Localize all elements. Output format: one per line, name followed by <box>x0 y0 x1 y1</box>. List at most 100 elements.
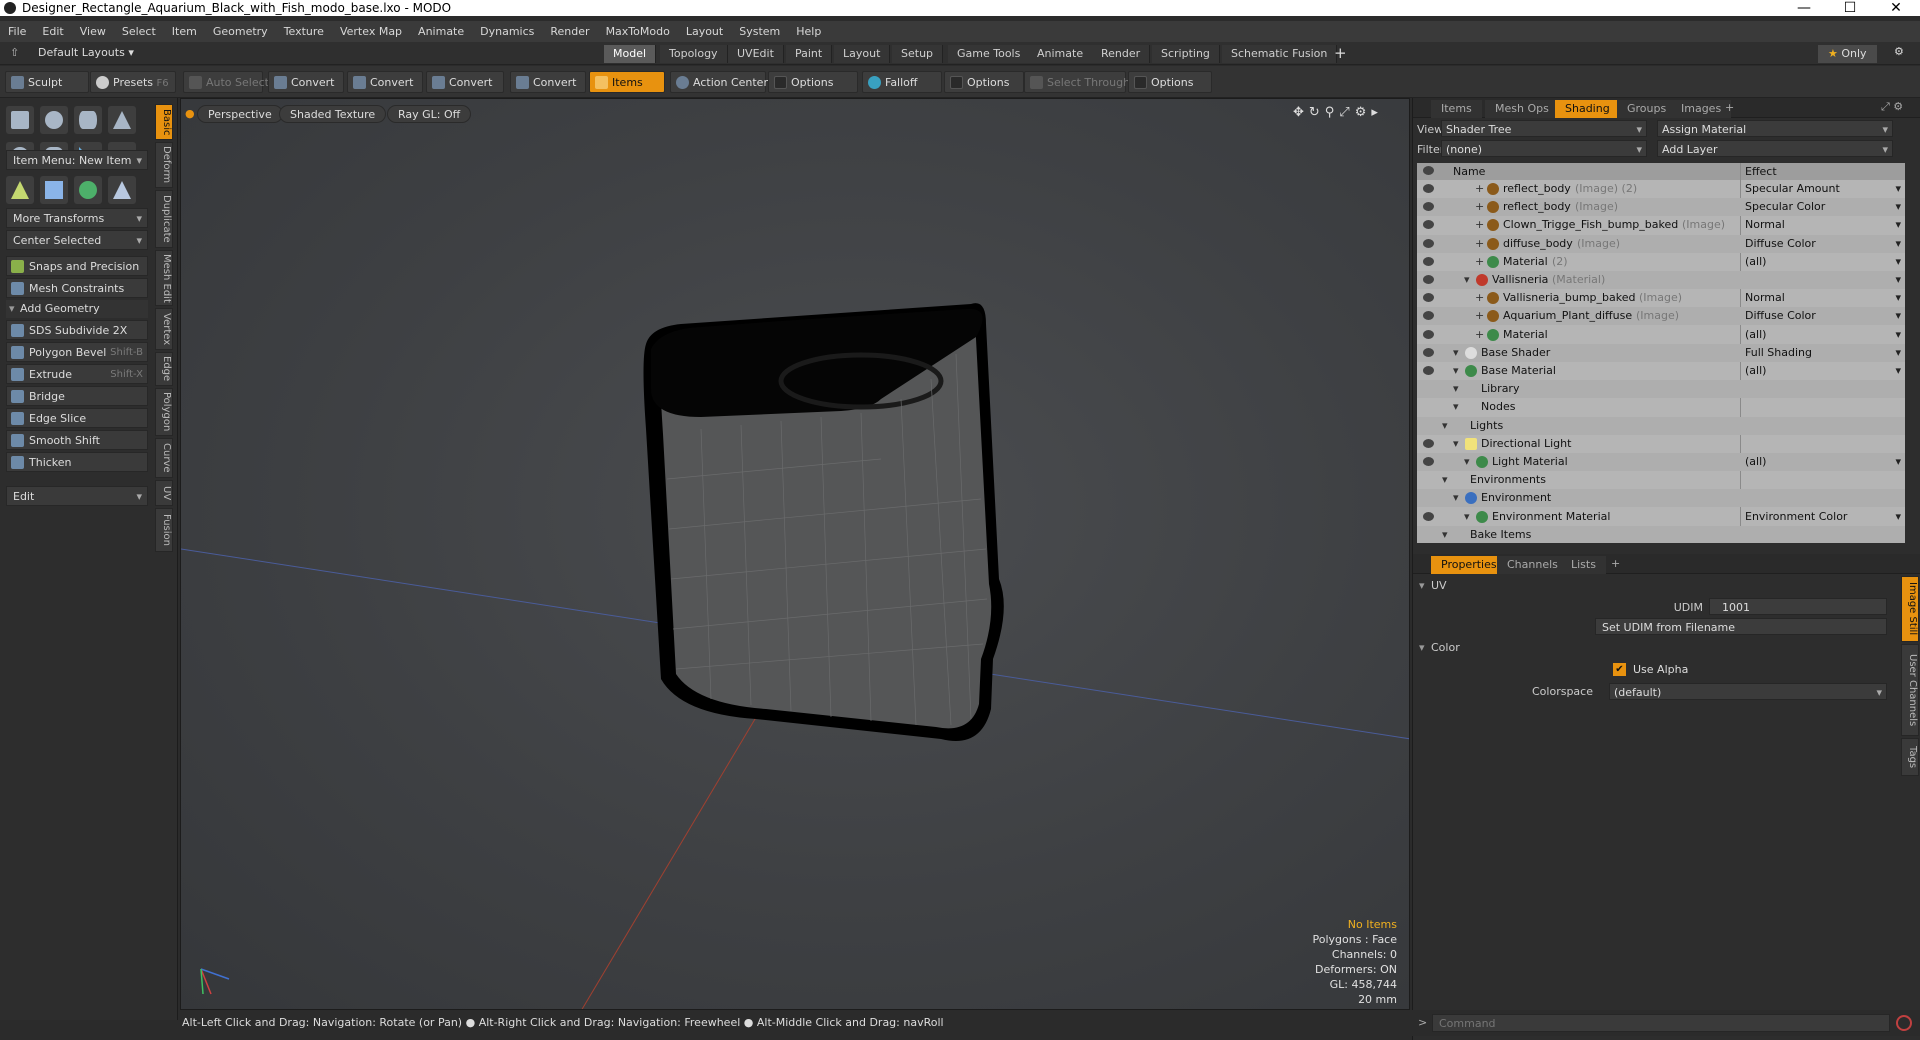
tree-row[interactable]: ▾ Base Material (all) ▾ <box>1417 362 1905 380</box>
uv-section[interactable]: ▾ UV <box>1413 576 1903 596</box>
expand-icon[interactable]: + <box>1475 180 1484 198</box>
effect-dropdown-icon[interactable]: ▾ <box>1895 362 1901 380</box>
sds-subdivide-button[interactable]: SDS Subdivide 2X <box>6 320 148 340</box>
select-through-button[interactable]: Select Through <box>1024 71 1130 93</box>
vtab-tags[interactable]: Tags <box>1901 738 1919 776</box>
tab-images[interactable]: Images <box>1671 100 1732 118</box>
tab-uvedit[interactable]: UVEdit <box>728 45 784 63</box>
tree-row[interactable]: ▾ Nodes <box>1417 398 1905 416</box>
eye-icon[interactable] <box>1423 293 1434 303</box>
eye-icon[interactable] <box>1423 511 1434 521</box>
falloff-options-button[interactable]: Options <box>944 71 1024 93</box>
eye-icon[interactable] <box>1423 256 1434 266</box>
vtab-basic[interactable]: Basic <box>155 104 173 140</box>
menu-file[interactable]: File <box>0 25 34 38</box>
transform-icon[interactable] <box>6 176 34 204</box>
effect-dropdown-icon[interactable]: ▾ <box>1895 253 1901 271</box>
tab-game-tools[interactable]: Game Tools <box>948 45 1031 63</box>
expand-icon[interactable]: + <box>1475 253 1484 271</box>
expand-icon[interactable]: ▾ <box>1464 271 1470 289</box>
tree-row[interactable]: + Vallisneria_bump_baked (Image) Normal ▾ <box>1417 289 1905 307</box>
thicken-button[interactable]: Thicken <box>6 452 148 472</box>
color-section[interactable]: ▾ Color <box>1413 638 1903 658</box>
smooth-shift-button[interactable]: Smooth Shift <box>6 430 148 450</box>
tab-paint[interactable]: Paint <box>786 45 833 63</box>
tree-item-effect[interactable]: Normal <box>1745 289 1785 307</box>
tree-item-effect[interactable]: Diffuse Color <box>1745 235 1816 253</box>
add-tab-button[interactable]: + <box>1334 44 1347 62</box>
gear-icon[interactable]: ⚙ <box>1894 45 1904 58</box>
menu-edit[interactable]: Edit <box>34 25 71 38</box>
menu-dynamics[interactable]: Dynamics <box>472 25 542 38</box>
menu-maxtomodo[interactable]: MaxToModo <box>598 25 678 38</box>
udim-field[interactable]: 1001 <box>1709 598 1887 615</box>
tree-row[interactable]: + Clown_Trigge_Fish_bump_baked (Image) Norm… <box>1417 216 1905 234</box>
col-name[interactable]: Name <box>1453 163 1485 180</box>
auto-select-button[interactable]: Auto Select <box>183 71 269 93</box>
eye-icon[interactable] <box>1423 347 1434 357</box>
edge-slice-button[interactable]: Edge Slice <box>6 408 148 428</box>
polygon-bevel-button[interactable]: Polygon Bevel Shift-B <box>6 342 148 362</box>
tree-row[interactable]: ▾ Light Material (all) ▾ <box>1417 453 1905 471</box>
eye-icon[interactable] <box>1423 366 1434 375</box>
eye-icon[interactable] <box>1423 329 1434 339</box>
add-layer-dropdown[interactable]: Add Layer <box>1657 140 1893 158</box>
close-button[interactable]: ✕ <box>1876 0 1916 16</box>
tree-item-effect[interactable]: (all) <box>1745 253 1766 271</box>
expand-icon[interactable]: + <box>1475 198 1484 216</box>
eye-icon[interactable] <box>1423 275 1434 284</box>
col-effect[interactable]: Effect <box>1745 163 1777 180</box>
minimize-button[interactable]: — <box>1784 0 1824 16</box>
tree-row[interactable]: + Material (all) ▾ <box>1417 326 1905 344</box>
more-transforms-dropdown[interactable]: More Transforms <box>6 208 148 229</box>
vtab-polygon[interactable]: Polygon <box>155 388 173 436</box>
menu-layout[interactable]: Layout <box>678 25 731 38</box>
tree-item-effect[interactable]: Specular Amount <box>1745 180 1840 198</box>
item-menu-dropdown[interactable]: Item Menu: New Item <box>6 150 148 171</box>
expand-icon[interactable]: ▾ <box>1453 380 1459 398</box>
convert-items-button[interactable]: Convert <box>510 71 586 93</box>
tab-layout[interactable]: Layout <box>834 45 891 63</box>
maximize-button[interactable]: ☐ <box>1830 0 1870 16</box>
colorspace-dropdown[interactable]: (default) <box>1609 683 1887 701</box>
tab-schematic-fusion[interactable]: Schematic Fusion <box>1222 45 1338 63</box>
expand-icon[interactable]: ▾ <box>1453 344 1459 362</box>
tab-channels[interactable]: Channels <box>1497 556 1568 574</box>
edit-dropdown[interactable]: Edit <box>6 486 148 507</box>
globe-icon[interactable] <box>74 176 102 204</box>
grid-icon[interactable] <box>40 176 68 204</box>
tree-row[interactable]: ▾ Bake Items <box>1417 525 1905 543</box>
expand-icon[interactable]: + <box>1475 307 1484 325</box>
vtab-deform[interactable]: Deform <box>155 142 173 188</box>
pyramid-icon[interactable] <box>108 176 136 204</box>
convert-vertices-button[interactable]: Convert <box>268 71 344 93</box>
tree-row[interactable]: ▾ Environments <box>1417 471 1905 489</box>
center-selected-dropdown[interactable]: Center Selected <box>6 230 148 251</box>
tab-model[interactable]: Model <box>604 45 657 63</box>
tree-item-effect[interactable]: Full Shading <box>1745 344 1812 362</box>
effect-dropdown-icon[interactable]: ▾ <box>1895 307 1901 325</box>
tree-row[interactable]: + reflect_body (Image) Specular Color ▾ <box>1417 198 1905 217</box>
vtab-curve[interactable]: Curve <box>155 438 173 478</box>
expand-icon[interactable]: + <box>1475 289 1484 307</box>
action-center-button[interactable]: Action Center <box>670 71 768 93</box>
use-alpha-checkbox[interactable]: ✔ <box>1613 663 1626 676</box>
command-input[interactable] <box>1432 1014 1890 1032</box>
effect-dropdown-icon[interactable]: ▾ <box>1895 271 1901 289</box>
convert-polygons-button[interactable]: Convert <box>426 71 504 93</box>
expand-icon[interactable]: ▾ <box>1453 398 1459 416</box>
falloff-button[interactable]: Falloff <box>862 71 942 93</box>
menu-animate[interactable]: Animate <box>410 25 472 38</box>
expand-icon[interactable]: + <box>1475 216 1484 234</box>
add-geometry-header[interactable]: ▾ Add Geometry <box>6 300 148 318</box>
menu-render[interactable]: Render <box>542 25 597 38</box>
vtab-vertex[interactable]: Vertex <box>155 308 173 350</box>
tree-row[interactable]: + diffuse_body (Image) Diffuse Color ▾ <box>1417 234 1905 253</box>
menu-item[interactable]: Item <box>164 25 205 38</box>
tab-animate[interactable]: Animate <box>1028 45 1094 63</box>
vtab-fusion[interactable]: Fusion <box>155 508 173 552</box>
layout-arrow-icon[interactable]: ⇧ <box>10 46 19 59</box>
tree-row[interactable]: + Material (2) (all) ▾ <box>1417 253 1905 271</box>
expand-icon[interactable]: ▾ <box>1464 453 1470 471</box>
tree-item-effect[interactable]: Normal <box>1745 216 1785 234</box>
